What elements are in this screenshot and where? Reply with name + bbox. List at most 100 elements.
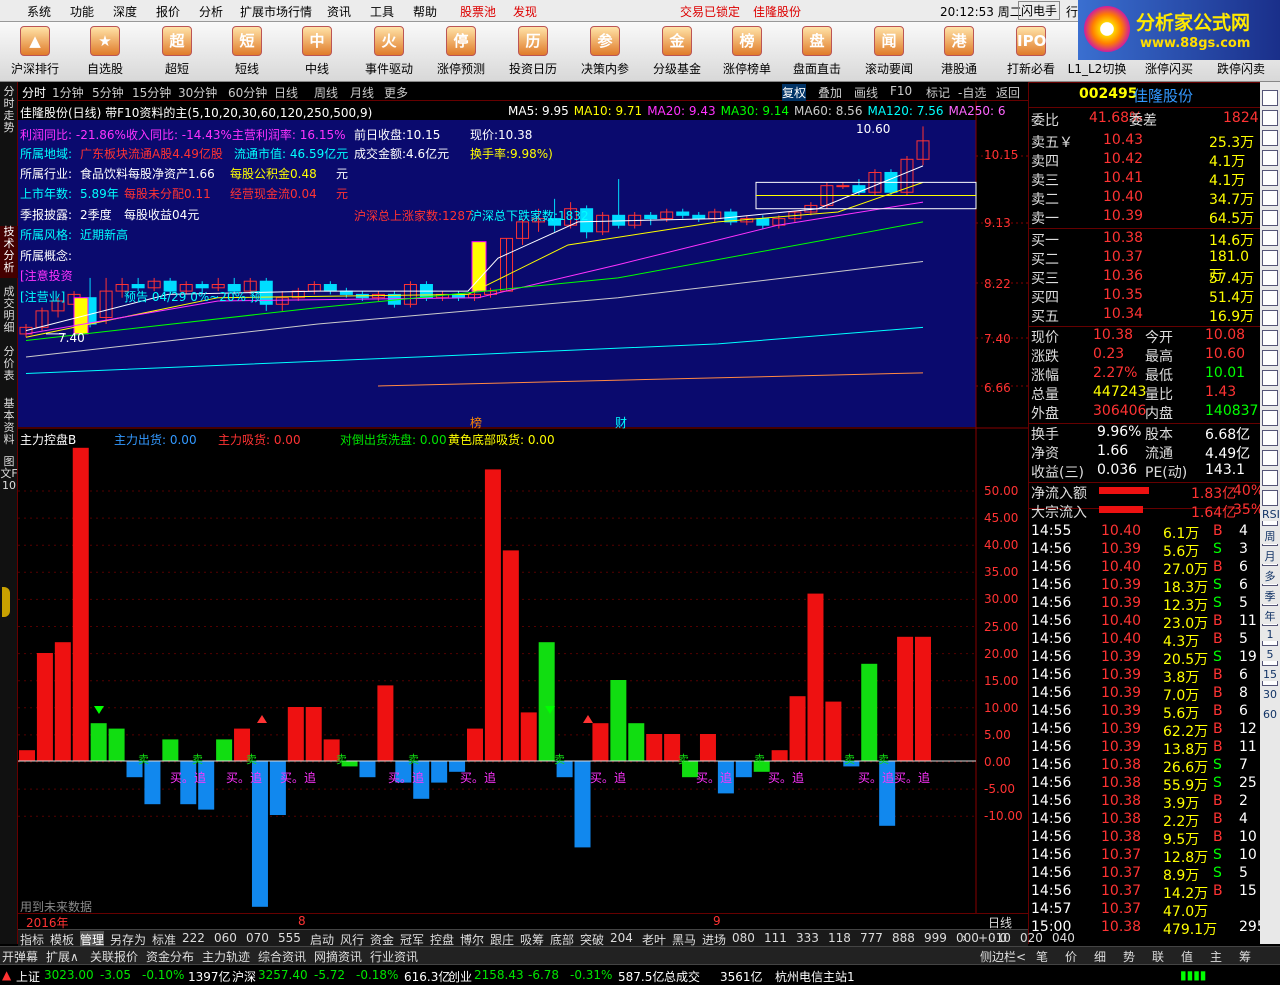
toolbar-button[interactable]: 超超短 (146, 24, 208, 80)
menu-analysis[interactable]: 分析 (199, 3, 223, 20)
cycle-button[interactable]: 1 (1262, 628, 1278, 641)
chart-option-button[interactable]: 返回 (996, 84, 1020, 101)
side-tool-icon[interactable] (1262, 170, 1278, 186)
tab-technical[interactable]: 技术分析 (0, 226, 18, 278)
side-tool-icon[interactable] (1262, 470, 1278, 486)
menu-quote[interactable]: 报价 (156, 3, 180, 20)
indicator-tab[interactable]: 040 (1052, 931, 1075, 945)
scroll-right-icon[interactable]: › (962, 931, 967, 945)
toolbar-button[interactable]: 盘盘面直击 (786, 24, 848, 80)
period-tab[interactable]: 周线 (314, 84, 338, 101)
collapse-handle[interactable] (2, 587, 10, 617)
bottom-tab[interactable]: 扩展∧ (46, 948, 79, 965)
period-tab[interactable]: 60分钟 (228, 84, 267, 101)
bottom-tab[interactable]: 网摘资讯 (314, 948, 362, 965)
toolbar-button[interactable]: 历投资日历 (502, 24, 564, 80)
toolbar-button[interactable]: 停涨停预测 (430, 24, 492, 80)
cycle-button[interactable]: 60 (1262, 708, 1278, 721)
toolbar-button[interactable]: 金分级基金 (646, 24, 708, 80)
period-tab[interactable]: 5分钟 (92, 84, 124, 101)
side-tool-icon[interactable] (1262, 250, 1278, 266)
cycle-button[interactable]: 季 (1262, 588, 1278, 604)
indicator-tab[interactable]: 777 (860, 931, 883, 945)
side-tool-icon[interactable] (1262, 110, 1278, 126)
chart-option-button[interactable]: 标记 (926, 84, 950, 101)
bottom-tab[interactable]: 行业资讯 (370, 948, 418, 965)
menu-stock-pool[interactable]: 股票池 (460, 3, 496, 20)
cycle-button[interactable]: 周 (1262, 528, 1278, 544)
side-tool-icon[interactable] (1262, 150, 1278, 166)
period-tab[interactable]: 更多 (384, 84, 408, 101)
side-tool-icon[interactable] (1262, 210, 1278, 226)
toolbar-button[interactable]: 中中线 (286, 24, 348, 80)
sidebar-toggle[interactable]: 侧边栏< (980, 948, 1026, 965)
flash-trade-button[interactable]: 闪电手 (1018, 1, 1061, 20)
period-tab[interactable]: 月线 (350, 84, 374, 101)
menu-ext-market[interactable]: 扩展市场行情 (240, 3, 312, 20)
toolbar-button[interactable]: 榜涨停榜单 (716, 24, 778, 80)
side-tool-icon[interactable] (1262, 310, 1278, 326)
menu-system[interactable]: 系统 (27, 3, 51, 20)
menu-depth[interactable]: 深度 (113, 3, 137, 20)
indicator-tab[interactable]: 204 (610, 931, 633, 945)
tab-f10[interactable]: 图文F10 (0, 456, 18, 508)
side-tool-icon[interactable] (1262, 190, 1278, 206)
tab-basic-info[interactable]: 基本资料 (0, 398, 18, 450)
detail-tab[interactable]: 细 (1094, 948, 1106, 965)
detail-tab[interactable]: 势 (1123, 948, 1135, 965)
cycle-button[interactable]: 月 (1262, 548, 1278, 564)
indicator-tab[interactable]: 222 (182, 931, 205, 945)
period-tab[interactable]: 30分钟 (178, 84, 217, 101)
tab-intraday[interactable]: 分时走势 (0, 86, 18, 138)
indicator-tab[interactable]: 080 (732, 931, 755, 945)
indicator-tab[interactable]: 111 (764, 931, 787, 945)
indicator-tab[interactable]: 555 (278, 931, 301, 945)
bottom-tab[interactable]: 开弹幕 (2, 948, 38, 965)
side-tool-icon[interactable] (1262, 330, 1278, 346)
detail-tab[interactable]: 主 (1210, 948, 1222, 965)
chart-option-button[interactable]: 叠加 (818, 84, 842, 101)
indicator-tab[interactable]: 020 (1020, 931, 1043, 945)
menu-news[interactable]: 资讯 (327, 3, 351, 20)
indicator-tab[interactable]: 333 (796, 931, 819, 945)
bottom-tab[interactable]: 资金分布 (146, 948, 194, 965)
menu-discover[interactable]: 发现 (513, 3, 537, 20)
toolbar-button[interactable]: 闻滚动要闻 (858, 24, 920, 80)
side-tool-icon[interactable] (1262, 90, 1278, 106)
toolbar-button[interactable]: 港港股通 (928, 24, 990, 80)
bottom-tab[interactable]: 综合资讯 (258, 948, 306, 965)
indicator-tab[interactable]: 888 (892, 931, 915, 945)
side-tool-icon[interactable] (1262, 290, 1278, 306)
side-tool-icon[interactable] (1262, 370, 1278, 386)
toolbar-button[interactable]: ★ 自选股 (74, 24, 136, 80)
period-tab[interactable]: 分时 (22, 84, 46, 101)
side-tool-icon[interactable] (1262, 410, 1278, 426)
chart-option-button[interactable]: F10 (890, 84, 912, 98)
indicator-tab[interactable]: 000 (956, 931, 979, 945)
side-tool-icon[interactable] (1262, 390, 1278, 406)
menu-more[interactable]: 行 (1066, 3, 1078, 20)
detail-tab[interactable]: 筹 (1239, 948, 1251, 965)
period-tab[interactable]: 1分钟 (52, 84, 84, 101)
chart-option-button[interactable]: 画线 (854, 84, 878, 101)
side-tool-icon[interactable] (1262, 430, 1278, 446)
menu-help[interactable]: 帮助 (413, 3, 437, 20)
side-tool-icon[interactable] (1262, 130, 1278, 146)
side-tool-icon[interactable] (1262, 490, 1278, 506)
cycle-button[interactable]: 年 (1262, 608, 1278, 624)
detail-tab[interactable]: 值 (1181, 948, 1193, 965)
side-tool-icon[interactable] (1262, 350, 1278, 366)
indicator-tab[interactable]: 118 (828, 931, 851, 945)
side-tool-icon[interactable] (1262, 450, 1278, 466)
bottom-tab[interactable]: 关联报价 (90, 948, 138, 965)
toolbar-button[interactable]: 参决策内参 (574, 24, 636, 80)
chart-option-button[interactable]: 复权 (782, 84, 807, 101)
detail-tab[interactable]: 联 (1152, 948, 1164, 965)
side-tool-icon[interactable] (1262, 230, 1278, 246)
period-tab[interactable]: 15分钟 (132, 84, 171, 101)
tab-price-table[interactable]: 分价表 (0, 346, 18, 386)
cycle-button[interactable]: 多 (1262, 568, 1278, 584)
toolbar-button[interactable]: ▲ 沪深排行 (4, 24, 66, 80)
side-tool-icon[interactable] (1262, 270, 1278, 286)
detail-tab[interactable]: 价 (1065, 948, 1077, 965)
